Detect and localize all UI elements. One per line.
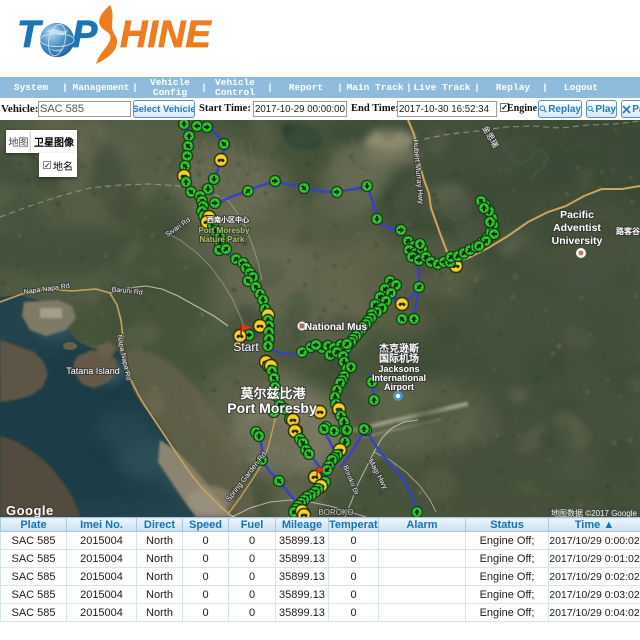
svg-text:National Mus: National Mus [305,322,368,333]
svg-text:Port Moresby: Port Moresby [198,226,250,235]
svg-text:Port Moresby: Port Moresby [227,400,317,416]
svg-text:Nature Park: Nature Park [200,235,245,244]
svg-text:Pacific: Pacific [560,209,594,221]
svg-text:Start: Start [233,340,259,354]
svg-text:T: T [17,14,43,56]
svg-text:BOROKO: BOROKO [318,508,353,517]
svg-text:Tatana Island: Tatana Island [66,366,120,376]
svg-text:Adventist: Adventist [553,222,601,234]
svg-text:莫尔兹比港: 莫尔兹比港 [239,386,306,401]
svg-text:路客谷: 路客谷 [616,226,640,236]
svg-text:Airport: Airport [384,382,414,392]
svg-text:西南小区中心: 西南小区中心 [207,215,249,224]
svg-text:University: University [552,235,603,247]
svg-text:P: P [72,14,98,56]
svg-text:HINE: HINE [120,14,212,56]
